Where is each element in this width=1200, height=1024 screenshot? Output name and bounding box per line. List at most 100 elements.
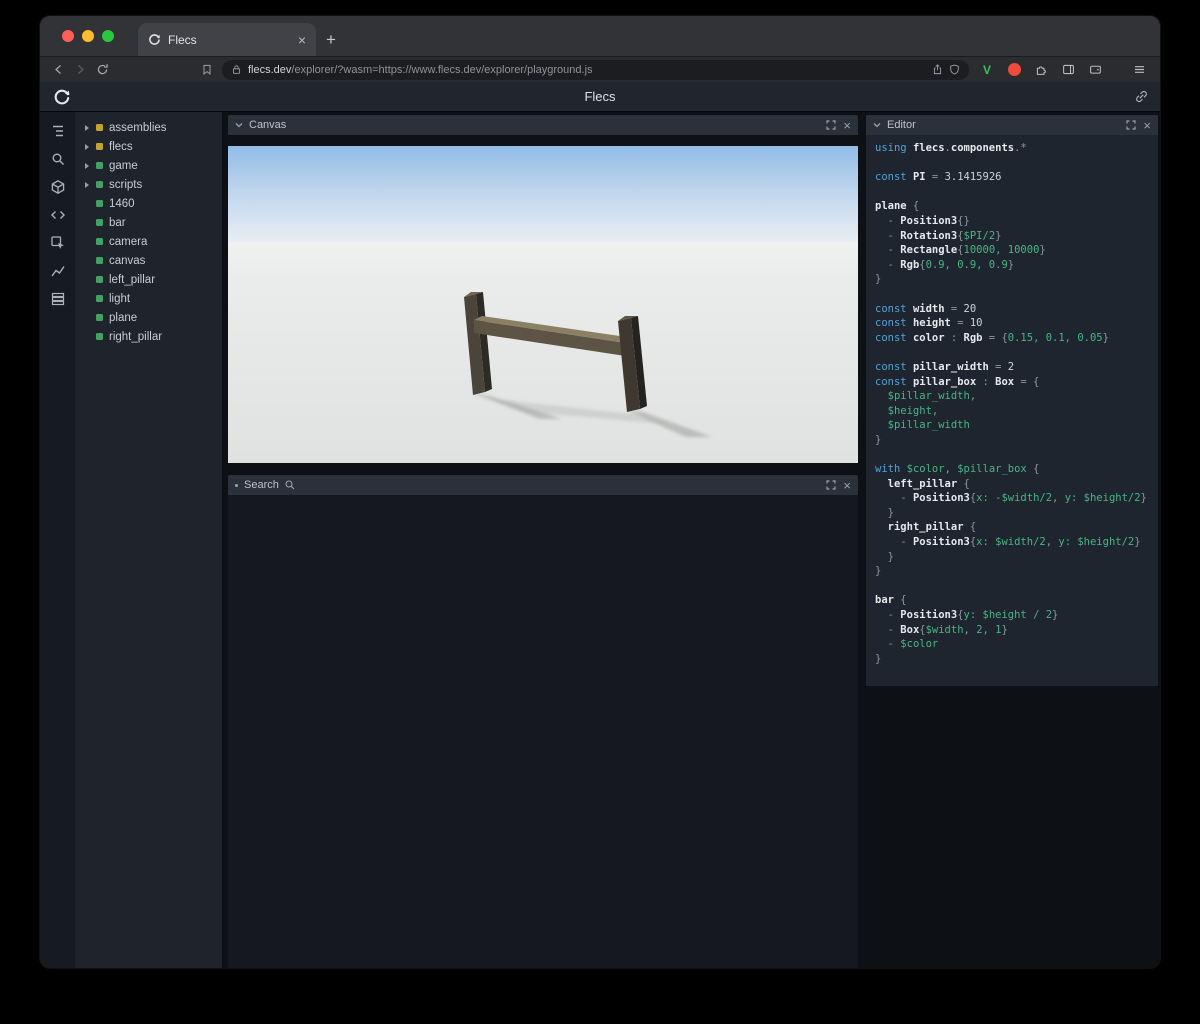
expand-arrow-icon <box>85 295 90 303</box>
lock-icon <box>231 63 242 76</box>
close-panel-icon[interactable]: × <box>842 119 851 132</box>
tree-item-scripts[interactable]: scripts <box>76 175 222 194</box>
address-bar[interactable]: flecs.dev/explorer/?wasm=https://www.fle… <box>222 59 969 80</box>
outline-tree-icon[interactable] <box>48 122 68 140</box>
tree-item-1460[interactable]: 1460 <box>76 194 222 213</box>
editor-panel-title: Editor <box>887 119 916 131</box>
code-line: - Position3{} <box>875 214 970 227</box>
tree-item-assemblies[interactable]: assemblies <box>76 118 222 137</box>
code-line: - Box{$width, 2, 1} <box>875 623 1008 636</box>
wallet-icon[interactable] <box>1086 63 1104 76</box>
code-line: } <box>875 652 882 665</box>
new-tab-button[interactable]: + <box>326 31 336 48</box>
code-line: $height, <box>875 404 939 417</box>
chevron-down-icon[interactable] <box>235 122 243 128</box>
tree-item-left_pillar[interactable]: left_pillar <box>76 270 222 289</box>
memory-rows-icon[interactable] <box>48 290 68 308</box>
entity-color-dot <box>96 143 103 150</box>
code-line: bar { <box>875 594 907 607</box>
expand-arrow-icon <box>85 238 90 246</box>
code-line: const width = 20 <box>875 302 977 315</box>
browser-window: Flecs × + flecs.dev/explorer/?wasm=https… <box>40 16 1160 968</box>
tree-item-label: scripts <box>109 178 143 191</box>
code-line: - Rectangle{10000, 10000} <box>875 244 1046 257</box>
back-button[interactable] <box>52 63 65 76</box>
tree-item-flecs[interactable]: flecs <box>76 137 222 156</box>
expand-arrow-icon[interactable] <box>85 162 90 170</box>
script-editor[interactable]: using flecs.components.* const PI = 3.14… <box>866 135 1158 686</box>
canvas-panel-title: Canvas <box>249 119 287 131</box>
page-title: Flecs <box>584 89 616 104</box>
entity-color-dot <box>96 314 103 321</box>
canvas-panel: Canvas × <box>228 115 858 463</box>
sidebar-toggle-icon[interactable] <box>1059 63 1077 76</box>
canvas-panel-header[interactable]: Canvas × <box>228 115 858 135</box>
left-icon-rail <box>40 112 76 968</box>
extension-badge-icon[interactable] <box>1005 63 1023 76</box>
entity-color-dot <box>96 162 103 169</box>
app-header: Flecs <box>40 82 1160 112</box>
query-search-icon[interactable] <box>48 150 68 168</box>
magnifier-icon <box>285 480 295 490</box>
entity-tree: assemblies flecs game scripts 1460 bar camera c… <box>76 112 222 968</box>
forward-button[interactable] <box>74 63 87 76</box>
code-line: - Rgb{0.9, 0.9, 0.9} <box>875 258 1015 271</box>
canvas-viewport[interactable] <box>228 135 858 463</box>
stats-chart-icon[interactable] <box>48 262 68 280</box>
entities-cube-icon[interactable] <box>48 178 68 196</box>
tree-item-light[interactable]: light <box>76 289 222 308</box>
tree-item-bar[interactable]: bar <box>76 213 222 232</box>
reload-button[interactable] <box>96 63 109 76</box>
expand-panel-icon[interactable] <box>826 480 837 490</box>
minimize-window-button[interactable] <box>82 30 94 42</box>
extension-v-icon[interactable]: V <box>978 63 996 77</box>
tree-item-camera[interactable]: camera <box>76 232 222 251</box>
zoom-window-button[interactable] <box>102 30 114 42</box>
tab-title: Flecs <box>168 32 197 47</box>
share-icon[interactable] <box>932 63 943 76</box>
center-column: Canvas × Search × <box>222 112 866 968</box>
bookmark-icon[interactable] <box>201 63 213 76</box>
entity-color-dot <box>96 333 103 340</box>
tab-strip: Flecs × + <box>40 16 1160 56</box>
inspector-cursor-icon[interactable] <box>48 234 68 252</box>
search-panel-header[interactable]: Search × <box>228 475 858 495</box>
tab-close-icon[interactable]: × <box>296 33 308 47</box>
code-line: } <box>875 550 894 563</box>
editor-code[interactable]: using flecs.components.* const PI = 3.14… <box>866 135 1158 666</box>
tree-item-label: camera <box>109 235 148 248</box>
tree-item-game[interactable]: game <box>76 156 222 175</box>
extensions-puzzle-icon[interactable] <box>1032 63 1050 76</box>
app-body: assemblies flecs game scripts 1460 bar camera c… <box>40 112 1160 968</box>
expand-panel-icon[interactable] <box>1126 120 1137 130</box>
expand-arrow-icon[interactable] <box>85 143 90 151</box>
editor-panel-header[interactable]: Editor × <box>866 115 1158 135</box>
shield-icon[interactable] <box>949 63 960 76</box>
expand-arrow-icon[interactable] <box>85 124 90 132</box>
tree-item-plane[interactable]: plane <box>76 308 222 327</box>
close-panel-icon[interactable]: × <box>842 479 851 492</box>
close-window-button[interactable] <box>62 30 74 42</box>
code-line: } <box>875 433 882 446</box>
menu-icon[interactable] <box>1130 63 1148 76</box>
scene-sky <box>228 146 858 243</box>
tree-item-canvas[interactable]: canvas <box>76 251 222 270</box>
entity-color-dot <box>96 219 103 226</box>
tree-item-label: right_pillar <box>109 330 163 343</box>
expand-panel-icon[interactable] <box>826 120 837 130</box>
close-panel-icon[interactable]: × <box>1142 119 1151 132</box>
expand-arrow-icon <box>85 219 90 227</box>
code-line: - Position3{y: $height / 2} <box>875 609 1059 621</box>
chevron-down-icon[interactable] <box>873 122 881 128</box>
search-results-area[interactable] <box>228 495 858 968</box>
browser-tab[interactable]: Flecs × <box>138 23 316 56</box>
expand-arrow-icon[interactable] <box>85 181 90 189</box>
search-status-dot <box>235 483 238 487</box>
code-editor-icon[interactable] <box>48 206 68 224</box>
expand-arrow-icon <box>85 200 90 208</box>
canvas-3d-scene[interactable] <box>228 146 858 463</box>
entity-color-dot <box>96 200 103 207</box>
share-link-icon[interactable] <box>1134 89 1149 104</box>
tree-item-right_pillar[interactable]: right_pillar <box>76 327 222 346</box>
